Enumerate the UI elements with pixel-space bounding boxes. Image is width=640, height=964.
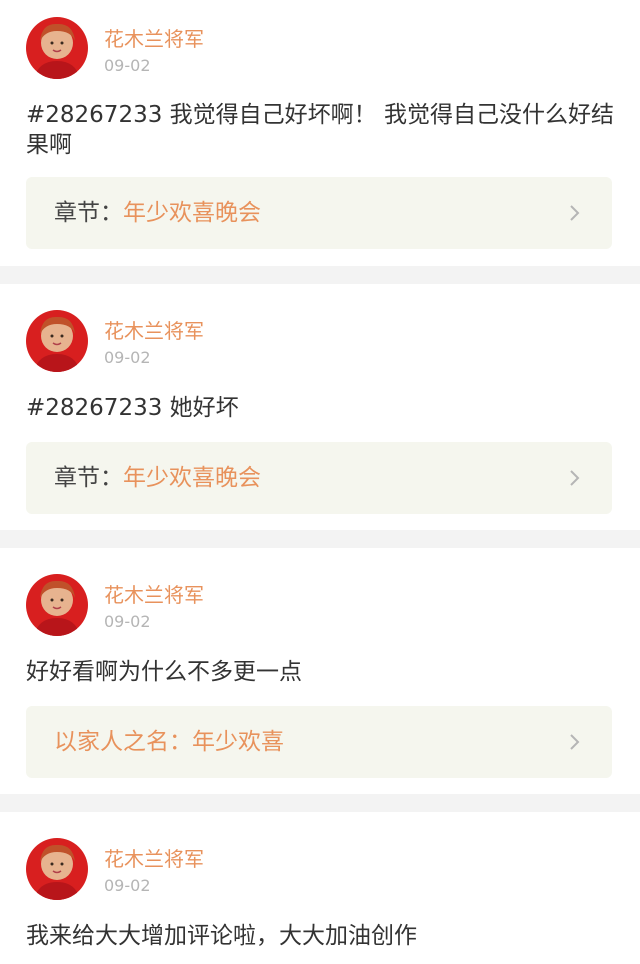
chapter-label: 以家人之名：年少欢喜 [54, 729, 284, 755]
chapter-title: 年少欢喜晚会 [123, 465, 261, 491]
comment-text: 我来给大大增加评论啦，大大加油创作 [26, 923, 417, 949]
chapter-link[interactable]: 章节：年少欢喜晚会 [26, 442, 612, 514]
username[interactable]: 花木兰将军 [104, 27, 204, 51]
comment-date: 09-02 [104, 56, 151, 75]
comment-card: 花木兰将军 09-02 #28267233 我觉得自己好坏啊！ 我觉得自己没什么… [0, 0, 640, 266]
comment-text: #28267233 她好坏 [26, 395, 239, 421]
comment-date: 09-02 [104, 348, 151, 367]
comment-date: 09-02 [104, 876, 151, 895]
chevron-right-icon [570, 205, 580, 221]
username[interactable]: 花木兰将军 [104, 583, 204, 607]
comment-text: #28267233 我觉得自己好坏啊！ 我觉得自己没什么好结果啊 [26, 102, 614, 158]
comment-card: 花木兰将军 09-02 好好看啊为什么不多更一点 以家人之名：年少欢喜 [0, 548, 640, 794]
chapter-link[interactable]: 章节：年少欢喜晚会 [26, 177, 612, 249]
avatar[interactable] [26, 574, 88, 636]
comment-card: 花木兰将军 09-02 我来给大大增加评论啦，大大加油创作 [0, 812, 640, 964]
chapter-label: 章节：年少欢喜晚会 [54, 200, 261, 226]
chapter-prefix: 章节： [54, 200, 123, 226]
chapter-title: 年少欢喜晚会 [123, 200, 261, 226]
avatar[interactable] [26, 310, 88, 372]
comment-card: 花木兰将军 09-02 #28267233 她好坏 章节：年少欢喜晚会 [0, 284, 640, 530]
avatar[interactable] [26, 838, 88, 900]
comment-date: 09-02 [104, 612, 151, 631]
username[interactable]: 花木兰将军 [104, 319, 204, 343]
chapter-link[interactable]: 以家人之名：年少欢喜 [26, 706, 612, 778]
avatar[interactable] [26, 17, 88, 79]
chevron-right-icon [570, 470, 580, 486]
chapter-title: 以家人之名：年少欢喜 [54, 729, 284, 755]
username[interactable]: 花木兰将军 [104, 847, 204, 871]
chevron-right-icon [570, 734, 580, 750]
chapter-label: 章节：年少欢喜晚会 [54, 465, 261, 491]
comment-text: 好好看啊为什么不多更一点 [26, 659, 302, 685]
chapter-prefix: 章节： [54, 465, 123, 491]
